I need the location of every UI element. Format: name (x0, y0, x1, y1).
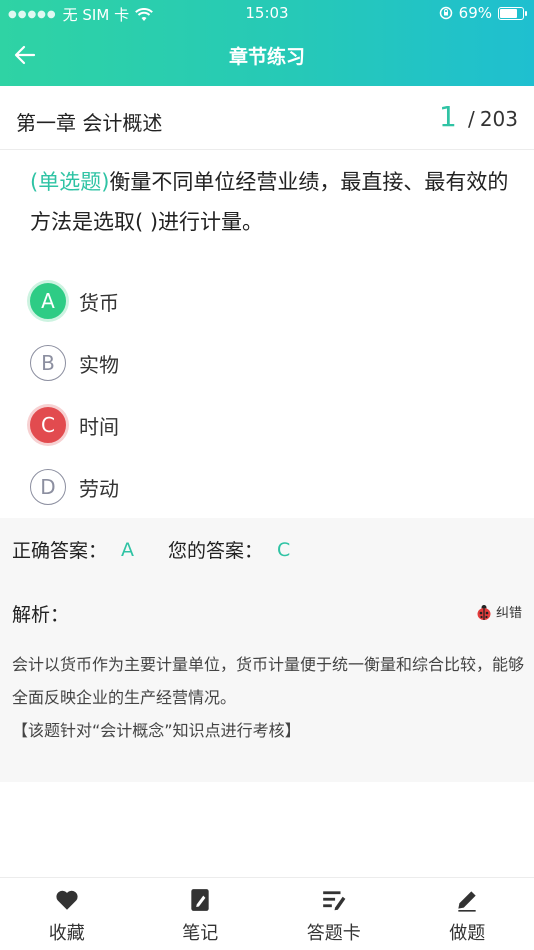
progress-current: 1 (439, 100, 457, 133)
analysis-label: 解析： (12, 604, 70, 626)
option-a[interactable]: A 货币 (30, 270, 510, 332)
question-progress: 1 / 203 (439, 100, 518, 133)
status-bar: ●●●●● 无 SIM 卡 15:03 69% (0, 0, 534, 26)
note-icon (191, 889, 209, 911)
report-error-label: 纠错 (495, 606, 522, 621)
chapter-bar: 第一章 会计概述 1 / 203 (0, 86, 534, 150)
option-list: A 货币 B 实物 C 时间 D 劳动 (30, 270, 510, 518)
tab-answer-sheet[interactable]: 答题卡 (267, 878, 401, 950)
answer-row: 正确答案： A 您的答案： C (12, 536, 324, 563)
battery-percent: 69% (458, 4, 492, 22)
option-text: 货币 (79, 290, 119, 315)
tab-label: 收藏 (48, 923, 85, 944)
analysis-text: 会计以货币作为主要计量单位，货币计量便于统一衡量和综合比较，能够全面反映企业的生… (12, 648, 524, 747)
pencil-icon (458, 891, 476, 912)
tab-label: 答题卡 (306, 923, 361, 944)
your-answer-value: C (277, 538, 291, 561)
your-answer-label: 您的答案： (168, 540, 264, 562)
answer-sheet-icon (322, 891, 346, 911)
option-letter: B (30, 345, 66, 381)
correct-answer-value: A (121, 538, 135, 561)
progress-total: 203 (479, 107, 518, 131)
page-title: 章节练习 (228, 46, 305, 68)
app-header: ●●●●● 无 SIM 卡 15:03 69% 章节练习 (0, 0, 534, 86)
chapter-title: 第一章 会计概述 (16, 111, 163, 135)
option-b[interactable]: B 实物 (30, 332, 510, 394)
tab-notes[interactable]: 笔记 (134, 878, 268, 950)
option-letter: A (30, 283, 66, 319)
question-type: (单选题) (30, 170, 110, 194)
option-text: 实物 (79, 352, 119, 377)
heart-icon (56, 890, 78, 910)
option-d[interactable]: D 劳动 (30, 456, 510, 518)
correct-answer-label: 正确答案： (12, 540, 108, 562)
rotation-lock-icon (439, 6, 452, 20)
analysis-note: 【该题针对“会计概念”知识点进行考核】 (12, 721, 301, 740)
ladybug-icon (477, 604, 491, 620)
tab-label: 做题 (449, 923, 486, 944)
report-error-button[interactable]: 纠错 (475, 602, 522, 621)
status-right: 69% (439, 4, 527, 22)
option-text: 时间 (79, 414, 119, 439)
tab-favorite[interactable]: 收藏 (0, 878, 134, 950)
tab-practice[interactable]: 做题 (401, 878, 534, 950)
option-text: 劳动 (79, 476, 119, 501)
option-c[interactable]: C 时间 (30, 394, 510, 456)
option-letter: D (30, 469, 66, 505)
answer-panel: 正确答案： A 您的答案： C 解析： 纠错 会计以货币作为主要计量单位，货币计… (0, 518, 534, 782)
battery-icon (498, 6, 527, 20)
analysis-body: 会计以货币作为主要计量单位，货币计量便于统一衡量和综合比较，能够全面反映企业的生… (12, 655, 525, 707)
option-letter: C (30, 407, 66, 443)
progress-separator: / (467, 107, 475, 131)
bottom-tab-bar: 收藏 笔记 答题卡 做题 (0, 877, 534, 950)
tab-label: 笔记 (182, 923, 219, 944)
question-stem: (单选题)衡量不同单位经营业绩，最直接、最有效的方法是选取( )进行计量。 (30, 162, 510, 242)
